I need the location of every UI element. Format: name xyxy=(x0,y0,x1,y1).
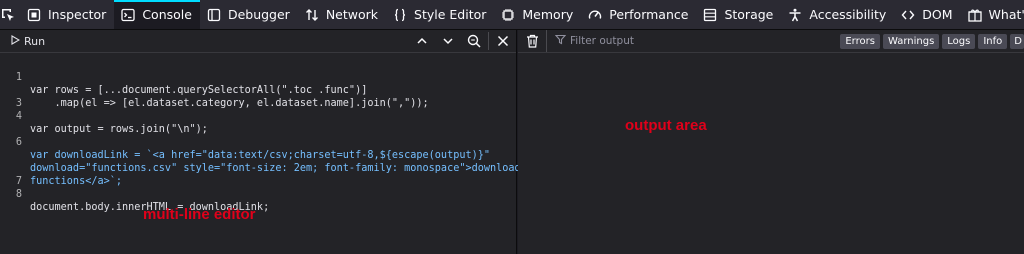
tab-storage[interactable]: Storage xyxy=(696,0,781,29)
tab-label: Accessibility xyxy=(809,7,887,22)
chevron-down-icon xyxy=(443,38,453,45)
memory-icon xyxy=(500,7,516,23)
close-icon xyxy=(497,35,509,47)
play-icon xyxy=(10,34,21,48)
history-down-button[interactable] xyxy=(435,30,461,52)
console-icon xyxy=(120,7,136,23)
code-line: download="functions.csv" style="font-siz… xyxy=(0,136,521,174)
dom-icon xyxy=(900,7,916,23)
tab-label: Debugger xyxy=(227,7,290,22)
run-label: Run xyxy=(24,34,46,48)
editor-annotation: multi-line editor xyxy=(143,206,256,223)
performance-icon xyxy=(587,7,603,23)
network-icon xyxy=(304,7,320,23)
code-line: 7 xyxy=(0,162,517,187)
editor-toolbar: Run xyxy=(0,30,516,53)
code-line: .map(el => [el.dataset.category, el.data… xyxy=(0,71,517,109)
toolbar-separator xyxy=(488,32,489,50)
line-number: 8 xyxy=(15,189,22,200)
code-line: 4 var output = rows.join("\n"); xyxy=(0,97,517,135)
chevron-up-icon xyxy=(417,37,427,44)
code-line: 3 xyxy=(0,84,517,109)
tab-label: Storage xyxy=(724,7,774,22)
tab-label: Network xyxy=(325,7,379,22)
output-area[interactable]: Filter output Errors Warnings Logs Info … xyxy=(518,30,1024,254)
filter-logs-button[interactable]: Logs xyxy=(942,33,976,49)
run-button[interactable]: Run xyxy=(4,32,51,51)
tab-console[interactable]: Console xyxy=(114,0,200,29)
element-picker-icon xyxy=(2,8,14,21)
filter-output-input[interactable]: Filter output xyxy=(546,30,837,52)
clear-output-button[interactable] xyxy=(518,30,546,52)
tab-label: Inspector xyxy=(48,7,107,22)
reverse-search-button[interactable] xyxy=(461,30,487,52)
trash-icon xyxy=(526,34,538,48)
tab-style-editor[interactable]: Style Editor xyxy=(386,0,494,29)
tab-debugger[interactable]: Debugger xyxy=(200,0,298,29)
tab-label: Style Editor xyxy=(414,7,487,22)
devtools-toolbar: Inspector Console Debugger Network Style… xyxy=(0,0,1024,30)
tab-label: Performance xyxy=(609,7,689,22)
whats-new-icon xyxy=(967,7,983,23)
tab-memory[interactable]: Memory xyxy=(494,0,581,29)
tab-inspector[interactable]: Inspector xyxy=(20,0,114,29)
output-annotation: output area xyxy=(625,117,707,134)
filter-info-button[interactable]: Info xyxy=(978,33,1008,49)
filter-debug-button[interactable]: D xyxy=(1010,33,1024,49)
tab-label: Console xyxy=(142,7,192,22)
code-line: functions</a>`; xyxy=(0,149,517,187)
multi-line-editor[interactable]: Run 1 var rows = [...document.querySelec… xyxy=(0,30,521,254)
filter-errors-button[interactable]: Errors xyxy=(840,33,880,49)
tab-network[interactable]: Network xyxy=(298,0,386,29)
tab-dom[interactable]: DOM xyxy=(894,0,960,29)
log-level-filters: Errors Warnings Logs Info D xyxy=(837,30,1024,52)
tab-performance[interactable]: Performance xyxy=(581,0,696,29)
element-picker-button[interactable] xyxy=(0,0,16,29)
search-icon xyxy=(467,34,481,48)
code-line: 6 var downloadLink = `<a href="data:text… xyxy=(0,123,517,161)
history-up-button[interactable] xyxy=(409,30,435,52)
code-line: 8 document.body.innerHTML = downloadLink… xyxy=(0,175,517,213)
code-line: 1 var rows = [...document.querySelectorA… xyxy=(0,58,517,96)
storage-icon xyxy=(702,7,718,23)
tab-label: What's New xyxy=(988,7,1024,22)
tab-label: Memory xyxy=(522,7,574,22)
close-editor-button[interactable] xyxy=(490,30,516,52)
style-editor-icon xyxy=(392,7,408,23)
output-toolbar: Filter output Errors Warnings Logs Info … xyxy=(518,30,1024,53)
filter-warnings-button[interactable]: Warnings xyxy=(882,33,940,49)
tab-whats-new[interactable]: What's New xyxy=(961,0,1024,29)
debugger-icon xyxy=(206,7,222,23)
filter-icon xyxy=(554,34,567,48)
tab-accessibility[interactable]: Accessibility xyxy=(781,0,894,29)
accessibility-icon xyxy=(787,7,803,23)
filter-placeholder: Filter output xyxy=(570,35,634,47)
inspector-icon xyxy=(26,7,42,23)
tab-label: DOM xyxy=(922,7,953,22)
